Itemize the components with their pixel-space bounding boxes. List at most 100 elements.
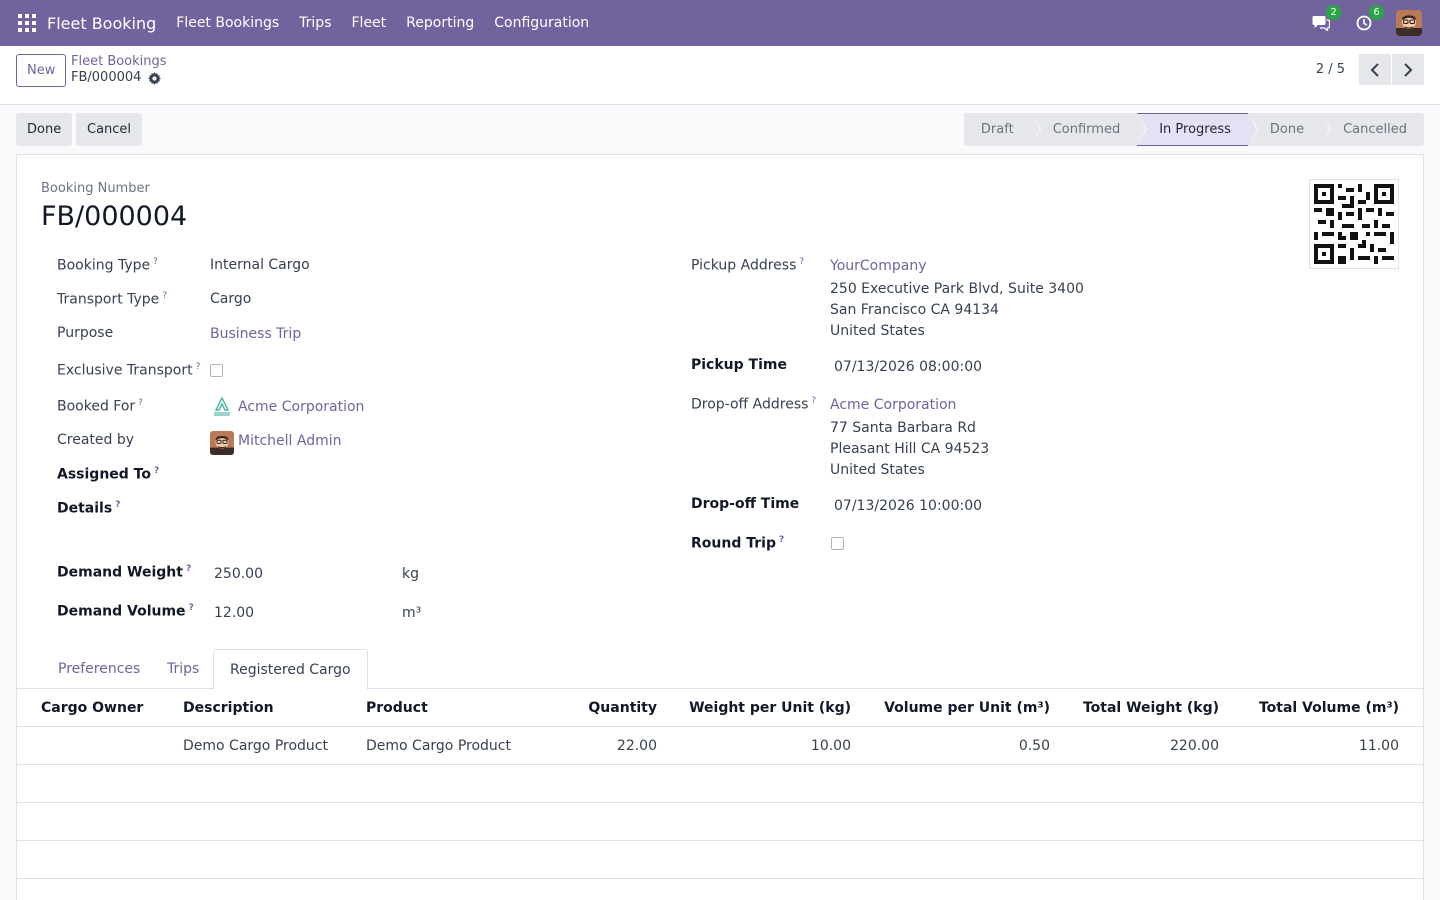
column-volume-per-unit[interactable]: Volume per Unit (m³) xyxy=(884,689,1050,727)
help-icon[interactable]: ? xyxy=(154,466,159,476)
booked-for-value[interactable]: Acme Corporation xyxy=(238,399,364,415)
app-brand[interactable]: Fleet Booking xyxy=(47,14,156,33)
booking-type-label: Booking Type? xyxy=(57,257,158,274)
table-header: Cargo Owner Description Product Quantity… xyxy=(17,689,1423,727)
pickup-address-label-text: Pickup Address xyxy=(691,257,797,274)
help-icon[interactable]: ? xyxy=(811,396,816,406)
round-trip-label-text: Round Trip xyxy=(691,535,776,552)
column-quantity[interactable]: Quantity xyxy=(588,689,657,727)
pager-value[interactable]: 2 / 5 xyxy=(1316,62,1345,77)
pager: 2 / 5 xyxy=(1316,54,1424,85)
column-weight-per-unit[interactable]: Weight per Unit (kg) xyxy=(689,689,851,727)
table-empty-row xyxy=(17,765,1423,803)
column-cargo-owner[interactable]: Cargo Owner xyxy=(41,689,143,727)
assigned-to-label-text: Assigned To xyxy=(57,466,151,483)
top-navbar: Fleet Booking Fleet Bookings Trips Fleet… xyxy=(0,0,1440,46)
stage-confirmed[interactable]: Confirmed xyxy=(1030,113,1148,146)
dropoff-time-input[interactable]: 07/13/2026 10:00:00 xyxy=(834,498,982,514)
chevron-left-icon xyxy=(1370,62,1379,77)
stage-cancelled[interactable]: Cancelled xyxy=(1321,113,1424,146)
help-icon[interactable]: ? xyxy=(799,257,804,267)
dropoff-address-name[interactable]: Acme Corporation xyxy=(830,397,956,413)
cancel-button[interactable]: Cancel xyxy=(76,113,143,146)
booking-type-label-text: Booking Type xyxy=(57,257,151,274)
stage-confirmed-label: Confirmed xyxy=(1052,122,1121,137)
new-button[interactable]: New xyxy=(16,54,67,87)
assigned-to-label: Assigned To? xyxy=(57,466,159,483)
help-icon[interactable]: ? xyxy=(162,291,167,301)
cell-quantity: 22.00 xyxy=(616,738,657,754)
demand-weight-unit: kg xyxy=(402,566,419,582)
help-icon[interactable]: ? xyxy=(138,398,143,408)
chat-icon[interactable]: 2 xyxy=(1310,5,1341,34)
column-total-volume[interactable]: Total Volume (m³) xyxy=(1259,689,1399,727)
column-description[interactable]: Description xyxy=(183,689,274,727)
pickup-address-name[interactable]: YourCompany xyxy=(830,258,927,274)
demand-volume-label-text: Demand Volume xyxy=(57,603,186,620)
stage-draft[interactable]: Draft xyxy=(963,113,1041,146)
help-icon[interactable]: ? xyxy=(153,257,158,267)
menu-trips[interactable]: Trips xyxy=(289,15,341,31)
dropoff-address-line1: 77 Santa Barbara Rd xyxy=(830,420,976,436)
pickup-address-line1: 250 Executive Park Blvd, Suite 3400 xyxy=(830,281,1084,297)
exclusive-transport-checkbox[interactable] xyxy=(210,364,223,377)
tab-trips[interactable]: Trips xyxy=(151,649,215,689)
breadcrumb-parent[interactable]: Fleet Bookings xyxy=(71,54,167,70)
cargo-table: Cargo Owner Description Product Quantity… xyxy=(17,689,1423,879)
pickup-time-input[interactable]: 07/13/2026 08:00:00 xyxy=(834,359,982,375)
created-by-value[interactable]: Mitchell Admin xyxy=(238,433,342,449)
help-icon[interactable]: ? xyxy=(186,564,191,574)
stage-cancelled-label: Cancelled xyxy=(1343,122,1407,137)
demand-volume-unit: m³ xyxy=(402,605,422,621)
menu-fleet[interactable]: Fleet xyxy=(342,15,397,31)
stage-done[interactable]: Done xyxy=(1247,113,1332,146)
activities-badge: 6 xyxy=(1369,5,1384,20)
tab-registered-cargo[interactable]: Registered Cargo xyxy=(213,649,368,690)
demand-volume-input[interactable]: 12.00 xyxy=(214,605,254,621)
status-bar: Done Cancel Draft Confirmed In Progress … xyxy=(16,113,1424,146)
details-label-text: Details xyxy=(57,500,113,517)
tab-preferences[interactable]: Preferences xyxy=(42,649,156,689)
messages-badge: 2 xyxy=(1326,5,1341,20)
page-title[interactable]: FB/000004 xyxy=(41,201,187,232)
form-sheet: Booking Number FB/000004 Booking Type ? … xyxy=(16,154,1424,900)
dropoff-address-label: Drop-off Address? xyxy=(691,396,816,413)
table-row[interactable]: Demo Cargo Product Demo Cargo Product 22… xyxy=(17,727,1423,765)
cell-description: Demo Cargo Product xyxy=(183,738,328,754)
menu-configuration[interactable]: Configuration xyxy=(484,15,599,31)
menu-fleet-bookings[interactable]: Fleet Bookings xyxy=(166,15,289,31)
help-icon[interactable]: ? xyxy=(196,362,201,372)
help-icon[interactable]: ? xyxy=(779,535,784,545)
chevron-right-icon xyxy=(1404,62,1413,77)
done-button[interactable]: Done xyxy=(16,113,73,146)
round-trip-checkbox[interactable] xyxy=(831,537,844,550)
exclusive-transport-label: Exclusive Transport? xyxy=(57,362,200,379)
pager-next-button[interactable] xyxy=(1392,54,1424,85)
transport-type-value[interactable]: Cargo xyxy=(210,291,251,307)
booking-type-value[interactable]: Internal Cargo xyxy=(210,257,310,273)
help-icon[interactable]: ? xyxy=(189,603,194,613)
breadcrumb-current-label: FB/000004 xyxy=(71,70,142,85)
demand-weight-input[interactable]: 250.00 xyxy=(214,566,263,582)
pickup-address-label: Pickup Address? xyxy=(691,257,804,274)
purpose-value[interactable]: Business Trip xyxy=(210,326,301,342)
demand-weight-label-text: Demand Weight xyxy=(57,564,183,581)
dropoff-address-label-text: Drop-off Address xyxy=(691,396,809,413)
column-total-weight[interactable]: Total Weight (kg) xyxy=(1083,689,1219,727)
menu-reporting[interactable]: Reporting xyxy=(396,15,484,31)
apps-grid-icon[interactable] xyxy=(18,14,36,32)
avatar[interactable] xyxy=(1396,10,1422,36)
table-empty-row xyxy=(17,803,1423,841)
transport-type-label: Transport Type? xyxy=(57,291,167,308)
booking-number-label: Booking Number xyxy=(41,181,150,196)
transport-type-label-text: Transport Type xyxy=(57,291,160,308)
column-product[interactable]: Product xyxy=(366,689,428,727)
help-icon[interactable]: ? xyxy=(115,500,120,510)
stage-in-progress[interactable]: In Progress xyxy=(1137,113,1258,146)
details-label: Details? xyxy=(57,500,120,517)
gear-icon[interactable] xyxy=(148,71,162,85)
clock-icon[interactable]: 6 xyxy=(1353,5,1384,34)
pager-previous-button[interactable] xyxy=(1359,54,1391,85)
booked-for-label: Booked For? xyxy=(57,398,143,415)
cell-total-volume: 11.00 xyxy=(1358,738,1399,754)
